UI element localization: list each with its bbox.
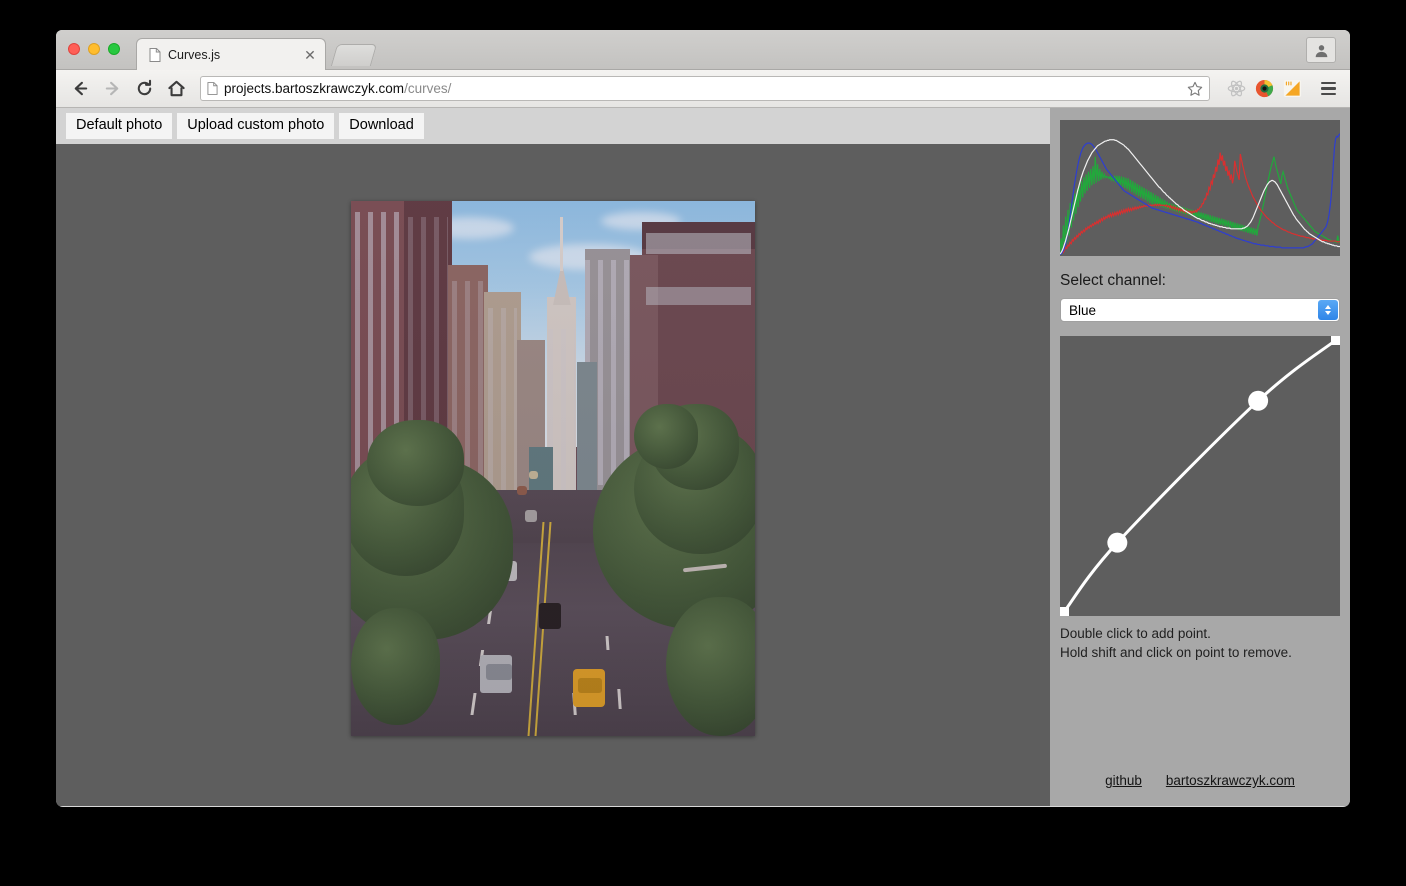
minimize-window-button[interactable] [88,43,100,55]
tone-curve-editor[interactable] [1060,336,1340,616]
close-window-button[interactable] [68,43,80,55]
window-traffic-lights [68,43,120,55]
forward-arrow-icon[interactable] [98,75,126,103]
histogram-series-red [1060,153,1340,255]
browser-window: Curves.js ✕ [56,30,1350,807]
github-link[interactable]: github [1105,773,1142,788]
upload-custom-photo-button[interactable]: Upload custom photo [177,113,334,139]
website-link[interactable]: bartoszkrawczyk.com [1166,773,1295,788]
page-icon [207,82,218,95]
footer-links: github bartoszkrawczyk.com [1050,773,1350,788]
hamburger-menu-icon[interactable] [1316,77,1340,101]
histogram-series-blue [1060,134,1340,255]
extension-icons [1226,77,1340,101]
curves-sidebar: Select channel: Blue Double click to add… [1050,108,1350,806]
curve-point-0[interactable] [1060,607,1069,616]
histogram-series-luminance [1060,140,1340,254]
home-icon[interactable] [162,75,190,103]
url-text: projects.bartoszkrawczyk.com/curves/ [224,81,1181,96]
histogram-chart [1060,120,1340,256]
curve-hint-text: Double click to add point. Hold shift an… [1060,624,1340,662]
photo-canvas-area [56,144,1050,806]
channel-select[interactable]: Blue [1060,298,1340,322]
app-toolbar: Default photo Upload custom photo Downlo… [56,108,1050,144]
address-bar[interactable]: projects.bartoszkrawczyk.com/curves/ [200,76,1210,101]
url-path: /curves/ [404,81,451,96]
default-photo-button[interactable]: Default photo [66,113,172,139]
editor-main-column: Default photo Upload custom photo Downlo… [56,108,1050,806]
star-icon[interactable] [1187,81,1203,97]
colorpicker-icon[interactable] [1254,79,1274,99]
maximize-window-button[interactable] [108,43,120,55]
react-devtools-icon[interactable] [1226,79,1246,99]
close-icon[interactable]: ✕ [303,48,317,62]
photo-preview[interactable] [351,201,755,736]
tab-strip: Curves.js ✕ [56,30,1350,70]
chevron-stepper-icon[interactable] [1318,300,1338,320]
person-icon [1314,43,1329,58]
tone-curve-svg [1060,336,1340,616]
histogram-series-green [1060,157,1340,254]
profile-button[interactable] [1306,37,1336,63]
browser-tab[interactable]: Curves.js ✕ [136,38,326,70]
triangle-tool-icon[interactable] [1282,79,1302,99]
curve-point-1[interactable] [1107,533,1127,553]
channel-select-value: Blue [1069,303,1096,318]
tone-curve-handles[interactable] [1060,336,1340,616]
page-icon [149,48,161,62]
tab-title: Curves.js [168,48,303,62]
new-tab-button[interactable] [331,44,377,66]
select-channel-label: Select channel: [1060,272,1340,290]
back-arrow-icon[interactable] [66,75,94,103]
page-content: Default photo Upload custom photo Downlo… [56,108,1350,806]
curve-point-3[interactable] [1331,336,1340,345]
url-host: projects.bartoszkrawczyk.com [224,81,404,96]
tone-curve-path [1064,340,1336,612]
hint-line-2: Hold shift and click on point to remove. [1060,643,1340,662]
hint-line-1: Double click to add point. [1060,624,1340,643]
histogram-svg [1060,120,1340,256]
download-button[interactable]: Download [339,113,424,139]
navigation-toolbar: projects.bartoszkrawczyk.com/curves/ [56,70,1350,108]
reload-icon[interactable] [130,75,158,103]
curve-point-2[interactable] [1248,391,1268,411]
